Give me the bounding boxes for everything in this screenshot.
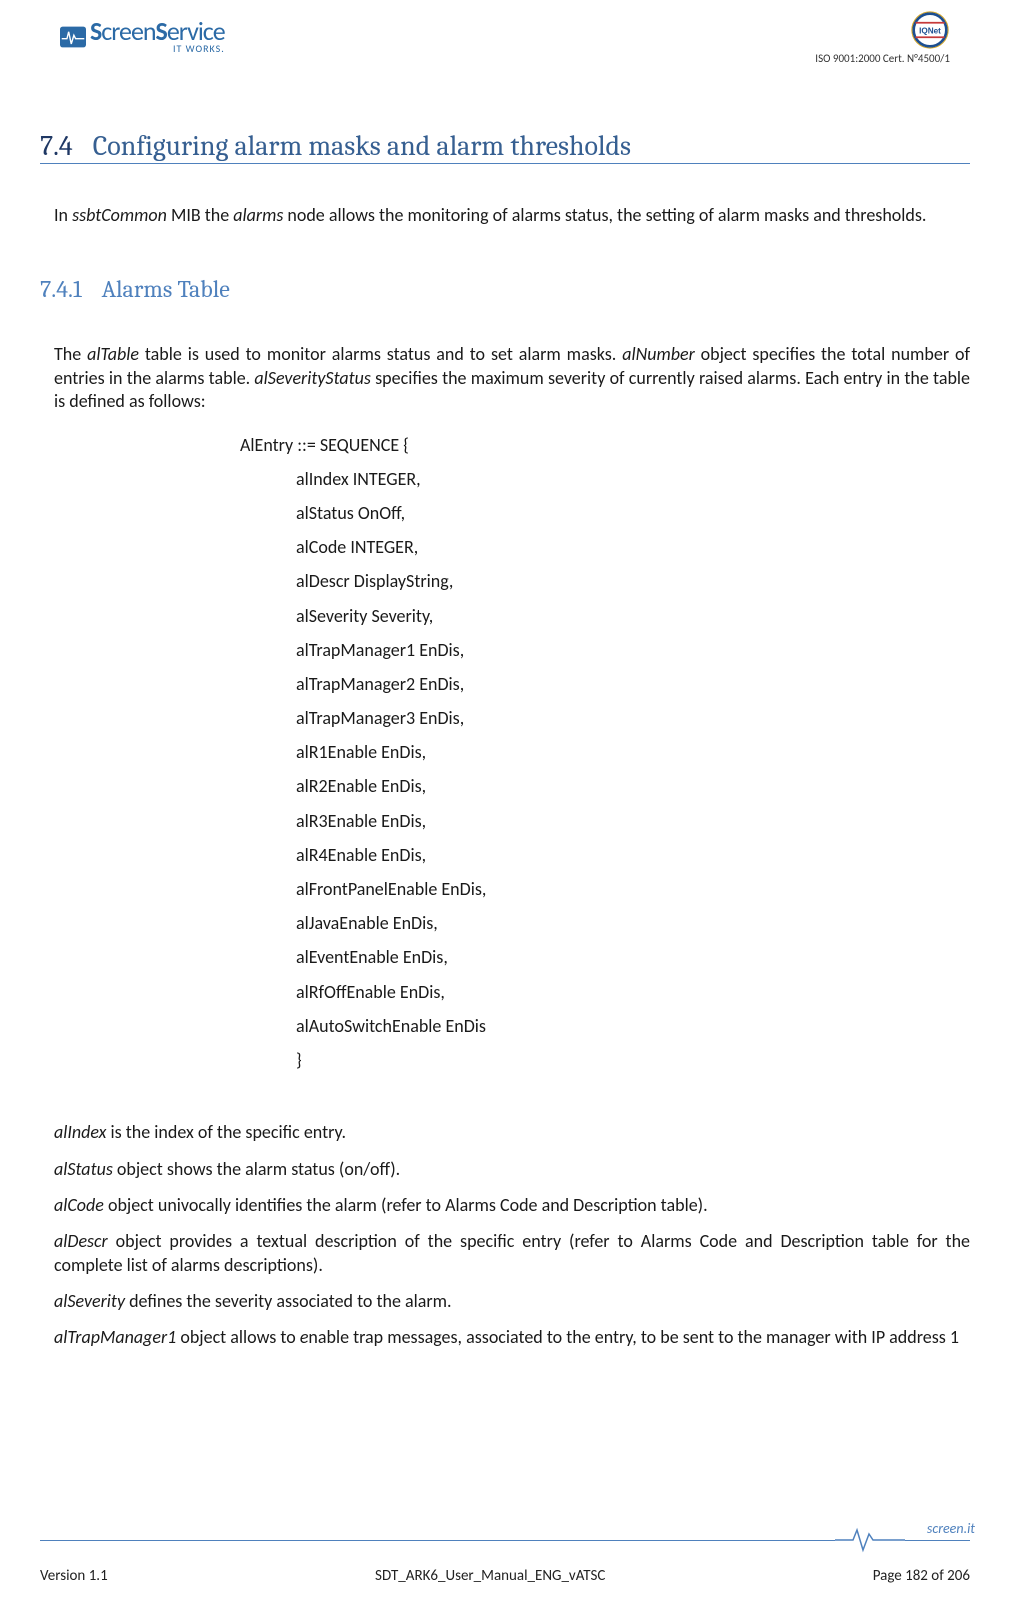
sequence-line: alTrapManager3 EnDis, [296, 701, 970, 735]
sequence-line: alSeverity Severity, [296, 599, 970, 633]
sequence-line: alR4Enable EnDis, [296, 838, 970, 872]
definition-aldescr: alDescr object provides a textual descri… [54, 1230, 970, 1277]
paragraph-altable: The alTable table is used to monitor ala… [54, 343, 970, 413]
sequence-definition: AlEntry ::= SEQUENCE { alIndex INTEGER, … [240, 428, 970, 1078]
footer-page: Page 182 of 206 [873, 1567, 970, 1585]
heading-7-4: 7.4 Configuring alarm masks and alarm th… [40, 130, 970, 164]
sequence-close: } [296, 1043, 970, 1077]
sequence-line: alIndex INTEGER, [296, 462, 970, 496]
footer-docname: SDT_ARK6_User_Manual_ENG_vATSC [375, 1567, 605, 1585]
sequence-line: alRfOffEnable EnDis, [296, 975, 970, 1009]
sequence-header: AlEntry ::= SEQUENCE { [240, 428, 970, 462]
footer-version: Version 1.1 [40, 1567, 108, 1585]
cert-text: ISO 9001:2000 Cert. N°4500/1 [815, 52, 950, 65]
sequence-line: alCode INTEGER, [296, 530, 970, 564]
sequence-line: alTrapManager2 EnDis, [296, 667, 970, 701]
sequence-body: alIndex INTEGER, alStatus OnOff, alCode … [296, 462, 970, 1077]
heading-number: 7.4.1 [40, 275, 82, 303]
sequence-line: alR1Enable EnDis, [296, 735, 970, 769]
footer-brand: screen.it [923, 1520, 975, 1537]
footer-ecg-icon [835, 1526, 905, 1554]
heading-number: 7.4 [40, 130, 73, 162]
sequence-line: alEventEnable EnDis, [296, 940, 970, 974]
definition-alindex: alIndex is the index of the specific ent… [54, 1121, 970, 1144]
company-logo: ScreenService IT WORKS. [60, 18, 225, 55]
footer-rule: screen.it [40, 1526, 970, 1556]
definition-altrapmanager1: alTrapManager1 object allows to enable t… [54, 1326, 970, 1349]
sequence-line: alJavaEnable EnDis, [296, 906, 970, 940]
definition-alcode: alCode object univocally identifies the … [54, 1194, 970, 1217]
sequence-line: alStatus OnOff, [296, 496, 970, 530]
svg-text:IQNet: IQNet [919, 27, 941, 36]
page-footer: Version 1.1 SDT_ARK6_User_Manual_ENG_vAT… [40, 1567, 970, 1585]
certification-block: IQNet ISO 9001:2000 Cert. N°4500/1 [815, 10, 950, 65]
field-definitions: alIndex is the index of the specific ent… [54, 1121, 970, 1350]
sequence-line: alDescr DisplayString, [296, 564, 970, 598]
definition-alstatus: alStatus object shows the alarm status (… [54, 1158, 970, 1181]
logo-text-block: ScreenService IT WORKS. [90, 18, 225, 55]
sequence-line: alR2Enable EnDis, [296, 769, 970, 803]
document-page: ScreenService IT WORKS. IQNet ISO 9001:2… [0, 0, 1010, 1621]
sequence-line: alR3Enable EnDis, [296, 804, 970, 838]
heading-title: Configuring alarm masks and alarm thresh… [93, 130, 631, 162]
paragraph-intro: In ssbtCommon MIB the alarms node allows… [54, 204, 970, 227]
logo-text-main: ScreenService [90, 18, 225, 44]
sequence-line: alTrapManager1 EnDis, [296, 633, 970, 667]
heading-7-4-1: 7.4.1 Alarms Table [40, 275, 970, 303]
page-header: ScreenService IT WORKS. IQNet ISO 9001:2… [40, 10, 970, 90]
sequence-line: alAutoSwitchEnable EnDis [296, 1009, 970, 1043]
heading-title: Alarms Table [102, 275, 230, 303]
sequence-line: alFrontPanelEnable EnDis, [296, 872, 970, 906]
logo-wave-icon [60, 26, 86, 48]
definition-alseverity: alSeverity defines the severity associat… [54, 1290, 970, 1313]
iqnet-badge-icon: IQNet [910, 10, 950, 50]
